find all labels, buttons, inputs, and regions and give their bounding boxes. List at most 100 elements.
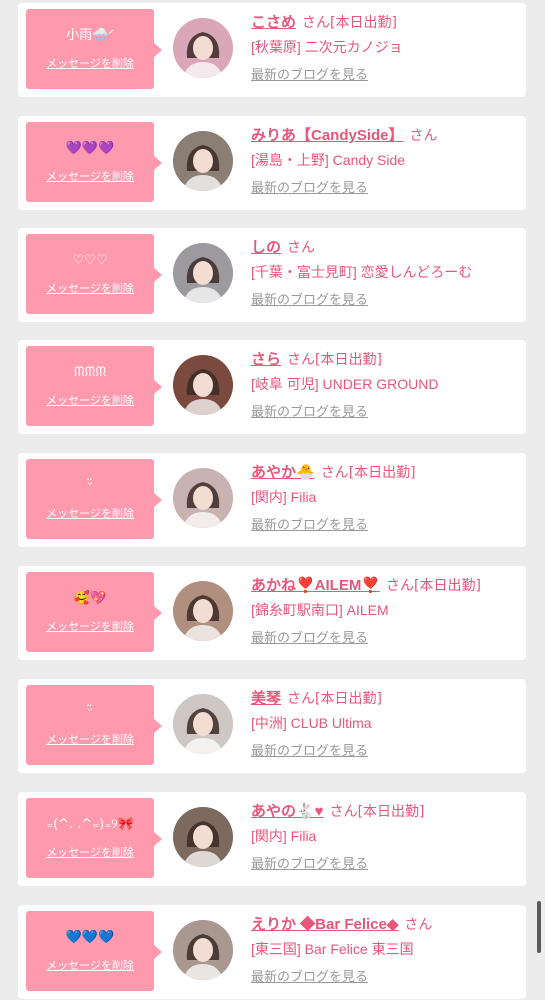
message-text: ₌(^. .^₌)₌୨🎀: [46, 817, 134, 832]
avatar[interactable]: [173, 581, 233, 641]
name-line: あかね❣️AILEM❣️ さん[本日出勤]: [251, 574, 518, 596]
avatar-photo: [173, 131, 233, 191]
latest-blog-link[interactable]: 最新のブログを見る: [251, 180, 368, 198]
avatar-photo: [173, 581, 233, 641]
avatar[interactable]: [173, 243, 233, 303]
honorific: さん: [287, 352, 316, 368]
status-badge: [本日出勤]: [315, 691, 382, 707]
message-bubble: 💙💙💙 メッセージを削除: [26, 911, 162, 991]
cast-name-link[interactable]: えりか ◆Bar Felice◆: [251, 916, 398, 933]
avatar[interactable]: [173, 355, 233, 415]
status-badge: [本日出勤]: [348, 465, 416, 481]
delete-message-link[interactable]: メッセージを削除: [46, 618, 134, 634]
latest-blog-link[interactable]: 最新のブログを見る: [251, 969, 368, 987]
honorific: さん: [320, 465, 349, 481]
message-text: 💜💜💜: [65, 141, 115, 156]
message-bubble: ♡♡♡ メッセージを削除: [26, 234, 162, 314]
avatar[interactable]: [173, 807, 233, 867]
cast-name-link[interactable]: こさめ: [251, 14, 296, 31]
avatar[interactable]: [173, 18, 233, 78]
message-card: 🥰💖 メッセージを削除 あかね❣️AILEM❣️ さん[本日出勤] [錦糸町駅南口…: [18, 566, 526, 660]
honorific: さん: [329, 804, 358, 820]
message-text: ᵕ̈: [87, 704, 93, 719]
message-card: 💙💙💙 メッセージを削除 えりか ◆Bar Felice◆ さん [東三国] Ba…: [18, 905, 526, 999]
delete-message-link[interactable]: メッセージを削除: [46, 505, 134, 521]
delete-message-link[interactable]: メッセージを削除: [46, 957, 134, 973]
cast-name-link[interactable]: あやの🐇♥: [251, 803, 324, 820]
honorific: さん: [404, 917, 433, 933]
message-card: ᙏᙏᙏ メッセージを削除 さら さん[本日出勤] [岐阜 可児] UNDER GR…: [18, 340, 526, 434]
honorific: さん: [386, 578, 415, 594]
name-line: あやの🐇♥ さん[本日出勤]: [251, 800, 518, 822]
avatar[interactable]: [173, 468, 233, 528]
delete-message-link[interactable]: メッセージを削除: [46, 55, 134, 71]
honorific: さん: [287, 240, 316, 256]
avatar[interactable]: [173, 920, 233, 980]
cast-name-link[interactable]: さら: [251, 351, 281, 368]
message-card: 💜💜💜 メッセージを削除 みりあ【CandySide】 さん [湯島・上野] Ca…: [18, 116, 526, 210]
shop-info: [関内] Filia: [251, 489, 317, 505]
message-text: ♡♡♡: [72, 253, 108, 268]
delete-message-link[interactable]: メッセージを削除: [46, 280, 134, 296]
status-badge: [本日出勤]: [357, 804, 425, 820]
status-badge: [本日出勤]: [330, 15, 397, 31]
scrollbar[interactable]: [537, 901, 541, 953]
message-text: 💙💙💙: [65, 930, 115, 945]
latest-blog-link[interactable]: 最新のブログを見る: [251, 743, 368, 761]
cast-name-link[interactable]: あやか🐣: [251, 464, 315, 481]
message-card: 小雨🌧️ᐟ メッセージを削除 こさめ さん[本日出勤] [秋葉原] 二次元カノジョ…: [18, 3, 526, 97]
avatar-photo: [173, 355, 233, 415]
avatar-photo: [173, 468, 233, 528]
name-line: 美琴 さん[本日出勤]: [251, 687, 518, 709]
message-bubble: ᵕ̈ メッセージを削除: [26, 459, 162, 539]
latest-blog-link[interactable]: 最新のブログを見る: [251, 292, 368, 310]
name-line: こさめ さん[本日出勤]: [251, 11, 518, 33]
message-bubble: 小雨🌧️ᐟ メッセージを削除: [26, 9, 162, 89]
shop-info: [中洲] CLUB Ultima: [251, 715, 372, 731]
cast-name-link[interactable]: 美琴: [251, 690, 281, 707]
message-text: 小雨🌧️ᐟ: [66, 28, 114, 43]
avatar[interactable]: [173, 694, 233, 754]
avatar-photo: [173, 18, 233, 78]
shop-info: [関内] Filia: [251, 828, 317, 844]
message-bubble: ₌(^. .^₌)₌୨🎀 メッセージを削除: [26, 798, 162, 878]
shop-info: [東三国] Bar Felice 東三国: [251, 941, 414, 957]
avatar-photo: [173, 694, 233, 754]
delete-message-link[interactable]: メッセージを削除: [46, 731, 134, 747]
avatar-photo: [173, 807, 233, 867]
latest-blog-link[interactable]: 最新のブログを見る: [251, 856, 368, 874]
shop-info: [錦糸町駅南口] AILEM: [251, 602, 389, 618]
name-line: さら さん[本日出勤]: [251, 348, 518, 370]
honorific: さん: [409, 128, 438, 144]
message-text: ᵕ̈: [87, 478, 93, 493]
delete-message-link[interactable]: メッセージを削除: [46, 168, 134, 184]
message-bubble: ᙏᙏᙏ メッセージを削除: [26, 346, 162, 426]
message-card: ♡♡♡ メッセージを削除 しの さん [千葉・富士見町] 恋愛しんどろーむ 最新の…: [18, 228, 526, 322]
avatar-photo: [173, 920, 233, 980]
message-text: 🥰💖: [73, 591, 107, 606]
cast-name-link[interactable]: しの: [251, 239, 281, 256]
delete-message-link[interactable]: メッセージを削除: [46, 844, 134, 860]
latest-blog-link[interactable]: 最新のブログを見る: [251, 517, 368, 535]
latest-blog-link[interactable]: 最新のブログを見る: [251, 630, 368, 648]
name-line: あやか🐣 さん[本日出勤]: [251, 461, 518, 483]
message-bubble: 🥰💖 メッセージを削除: [26, 572, 162, 652]
shop-info: [岐阜 可児] UNDER GROUND: [251, 376, 439, 392]
latest-blog-link[interactable]: 最新のブログを見る: [251, 67, 368, 85]
delete-message-link[interactable]: メッセージを削除: [46, 392, 134, 408]
status-badge: [本日出勤]: [315, 352, 382, 368]
name-line: しの さん: [251, 236, 518, 258]
latest-blog-link[interactable]: 最新のブログを見る: [251, 404, 368, 422]
status-badge: [本日出勤]: [414, 578, 481, 594]
avatar-photo: [173, 243, 233, 303]
message-card: ᵕ̈ メッセージを削除 あやか🐣 さん[本日出勤] [関内] Filia 最新のブ…: [18, 453, 526, 547]
honorific: さん: [287, 691, 316, 707]
shop-info: [湯島・上野] Candy Side: [251, 152, 406, 168]
cast-name-link[interactable]: あかね❣️AILEM❣️: [251, 577, 380, 594]
message-text: ᙏᙏᙏ: [73, 365, 107, 380]
avatar[interactable]: [173, 131, 233, 191]
shop-info: [千葉・富士見町] 恋愛しんどろーむ: [251, 264, 473, 280]
message-card: ₌(^. .^₌)₌୨🎀 メッセージを削除 あやの🐇♥ さん[本日出勤] [関内]…: [18, 792, 526, 886]
message-bubble: 💜💜💜 メッセージを削除: [26, 122, 162, 202]
cast-name-link[interactable]: みりあ【CandySide】: [251, 127, 404, 144]
